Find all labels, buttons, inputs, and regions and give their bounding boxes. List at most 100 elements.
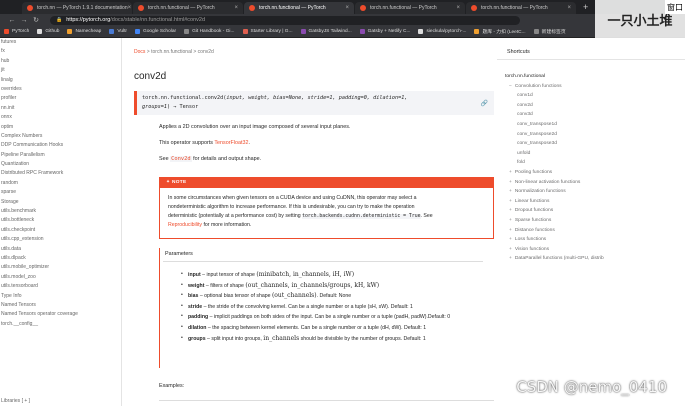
sidebar-item[interactable]: fx [0, 47, 121, 56]
sidebar-item[interactable]: utils.data [0, 245, 121, 254]
reproducibility-link[interactable]: Reproducibility [168, 222, 202, 228]
shortcut-item[interactable]: + Non-linear activation functions [505, 178, 604, 188]
sidebar-item[interactable]: sparse [0, 188, 121, 197]
bookmark-item[interactable]: GatsbyJS Tailwind... [300, 29, 352, 34]
expand-toggle-icon[interactable]: + [509, 180, 512, 185]
sidebar-item[interactable]: Distributed RPC Framework [0, 169, 121, 178]
sidebar-item[interactable]: DDP Communication Hooks [0, 141, 121, 150]
bookmark-item[interactable]: sieckula/pytorch-... [418, 29, 466, 34]
expand-toggle-icon[interactable]: + [509, 218, 512, 223]
expand-toggle-icon[interactable]: + [509, 208, 512, 213]
shortcut-item[interactable]: torch.nn.functional [505, 72, 604, 82]
close-tab-icon[interactable]: × [234, 5, 238, 11]
shortcut-item[interactable]: conv_transpose1d [505, 120, 604, 130]
back-arrow-icon[interactable]: ← [6, 17, 18, 24]
folder-icon [184, 29, 190, 34]
shortcut-item[interactable]: conv_transpose2d [505, 130, 604, 140]
expand-toggle-icon[interactable]: + [509, 228, 512, 233]
sidebar-item[interactable]: Type Info [0, 292, 121, 301]
sidebar-item[interactable]: utils.tensorboard [0, 282, 121, 291]
breadcrumb-docs-link[interactable]: Docs [134, 49, 145, 55]
tensorfloat32-link[interactable]: TensorFloat32 [214, 140, 248, 146]
close-tab-icon[interactable]: × [456, 5, 460, 11]
sidebar-item[interactable]: profiler [0, 94, 121, 103]
forward-arrow-icon[interactable]: → [18, 17, 30, 24]
sidebar-item[interactable]: utils.dlpack [0, 254, 121, 263]
sidebar-item[interactable]: Quantization [0, 160, 121, 169]
shortcut-item[interactable]: + Loss functions [505, 235, 604, 245]
expand-toggle-icon[interactable]: − [509, 84, 512, 89]
close-tab-icon[interactable]: × [345, 5, 349, 11]
shortcut-item[interactable]: + Normalization functions [505, 187, 604, 197]
sidebar-item[interactable]: Storage [0, 198, 121, 207]
sidebar-item[interactable]: random [0, 179, 121, 188]
sidebar-item[interactable]: torch.__config__ [0, 320, 121, 329]
bookmark-item[interactable]: Vultr [109, 29, 127, 34]
sidebar-item[interactable]: futures [0, 38, 121, 47]
conv2d-link[interactable]: Conv2d [170, 156, 192, 162]
shortcut-item[interactable]: conv2d [505, 101, 604, 111]
close-tab-icon[interactable]: × [567, 5, 571, 11]
sidebar-item[interactable]: utils.checkpoint [0, 226, 121, 235]
expand-toggle-icon[interactable]: + [509, 170, 512, 175]
close-tab-icon[interactable]: × [128, 5, 132, 11]
browser-tab-2[interactable]: torch.nn.functional — PyTorch × [133, 2, 243, 14]
permalink-icon[interactable]: 🔗 [481, 99, 488, 108]
expand-toggle-icon[interactable]: + [509, 199, 512, 204]
expand-toggle-icon[interactable]: + [509, 247, 512, 252]
browser-tab-3[interactable]: torch.nn.functional — PyTorch × [244, 2, 354, 14]
expand-toggle-icon[interactable]: + [509, 189, 512, 194]
browser-tab-5[interactable]: torch.nn.functional — PyTorch × [466, 2, 576, 14]
sidebar-item[interactable]: utils.bottleneck [0, 216, 121, 225]
shortcut-item[interactable]: unfold [505, 149, 604, 159]
shortcut-item[interactable]: conv_transpose3d [505, 139, 604, 149]
shortcut-item[interactable]: + Dropout functions [505, 206, 604, 216]
bookmark-item[interactable]: 新建标签页 [533, 28, 566, 35]
shortcut-item[interactable]: conv1d [505, 91, 604, 101]
expand-toggle-icon[interactable]: + [509, 256, 512, 261]
reload-icon[interactable]: ↻ [30, 16, 42, 24]
sidebar-item[interactable]: onnx [0, 113, 121, 122]
sidebar-item[interactable]: nn.init [0, 104, 121, 113]
shortcut-item[interactable]: + Pooling functions [505, 168, 604, 178]
sidebar-item[interactable]: jit [0, 66, 121, 75]
see-also-text: See Conv2d for details and output shape. [159, 156, 262, 162]
sidebar-item[interactable]: utils.mobile_optimizer [0, 263, 121, 272]
sidebar-item[interactable]: utils.model_zoo [0, 273, 121, 282]
bookmark-item[interactable]: Git Handbook - Gi... [184, 29, 235, 34]
browser-tab-1[interactable]: torch.nn — PyTorch 1.9.1 documentation × [22, 2, 132, 14]
sidebar-item[interactable]: Named Tensors operator coverage [0, 310, 121, 319]
libraries-toggle[interactable]: Libraries [ + ] [1, 398, 30, 404]
url-input[interactable]: 🔒 https://pytorch.org/docs/stable/nn.fun… [50, 15, 520, 25]
shortcut-item[interactable]: conv3d [505, 110, 604, 120]
bookmark-item[interactable]: Google Scholar [135, 29, 176, 34]
sidebar-item[interactable]: hub [0, 57, 121, 66]
bookmark-item[interactable]: Namecheap [67, 29, 101, 34]
sidebar-item[interactable]: Pipeline Parallelism [0, 151, 121, 160]
shortcut-item[interactable]: + Sparse functions [505, 216, 604, 226]
browser-tab-4[interactable]: torch.nn.functional — PyTorch × [355, 2, 465, 14]
shortcut-item[interactable]: fold [505, 158, 604, 168]
sidebar-item[interactable]: utils.benchmark [0, 207, 121, 216]
github-icon [37, 29, 43, 34]
shortcut-item[interactable]: − Convolution functions [505, 82, 604, 92]
bookmark-item[interactable]: 题库 - 力扣 (LeetC... [474, 28, 526, 35]
bookmark-item[interactable]: Starter Library | G... [242, 29, 293, 34]
sidebar-item[interactable]: utils.cpp_extension [0, 235, 121, 244]
sidebar-item[interactable]: Named Tensors [0, 301, 121, 310]
shortcut-item[interactable]: + Vision functions [505, 245, 604, 255]
new-tab-button[interactable]: + [583, 2, 588, 12]
sidebar-item[interactable]: overrides [0, 85, 121, 94]
bookmark-item[interactable]: Github [37, 29, 59, 34]
expand-toggle-icon[interactable]: + [509, 237, 512, 242]
shortcut-item[interactable]: + Distance functions [505, 226, 604, 236]
sidebar-item[interactable]: optim [0, 123, 121, 132]
shortcut-item[interactable]: + Linear functions [505, 197, 604, 207]
sidebar-item[interactable]: linalg [0, 76, 121, 85]
shortcut-item[interactable]: + DataParallel functions (multi-GPU, dist… [505, 254, 604, 264]
parameter-name: weight [188, 282, 205, 289]
sidebar-item[interactable]: Complex Numbers [0, 132, 121, 141]
shortcuts-sidebar: Shortcuts torch.nn.functional − Convolutio… [497, 38, 685, 406]
bookmark-item[interactable]: PyTorch [4, 29, 29, 34]
bookmark-item[interactable]: Gatsby + Netlify C... [359, 29, 410, 34]
